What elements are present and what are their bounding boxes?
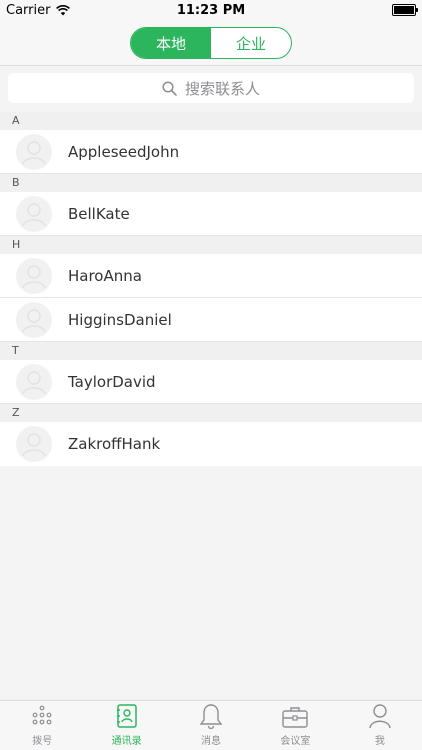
person-icon [369,704,391,729]
section-header-z: Z [0,404,422,422]
tab-messages[interactable]: 消息 [169,701,253,750]
person-placeholder-icon [22,140,46,164]
person-placeholder-icon [22,264,46,288]
contact-name: AppleseedJohn [68,142,180,161]
contacts-book-icon [116,704,137,728]
contact-row[interactable]: HigginsDaniel [0,298,422,342]
segment-local[interactable]: 本地 [131,28,211,58]
tab-label: 会议室 [280,736,311,747]
status-bar: Carrier 11:23 PM [0,0,422,22]
search-icon [162,80,177,96]
person-placeholder-icon [22,308,46,332]
briefcase-icon [282,707,309,728]
avatar [16,195,52,232]
section-header-t: T [0,342,422,360]
source-segmented-control: 本地 企业 [130,27,292,59]
contact-name: ZakroffHank [68,435,161,453]
tab-meeting-room[interactable]: 会议室 [253,701,337,750]
dialpad-icon [32,705,52,725]
avatar [16,363,52,400]
tab-contacts[interactable]: 通讯录 [84,701,168,750]
tab-label: 通讯录 [111,736,142,747]
battery-icon [392,4,418,16]
contact-row[interactable]: TaylorDavid [0,360,422,404]
tab-me[interactable]: 我 [338,701,422,750]
contact-row[interactable]: BellKate [0,192,422,236]
section-header-b: B [0,174,422,192]
avatar [16,426,52,462]
contact-row[interactable]: ZakroffHank [0,422,422,466]
nav-header: 本地 企业 [0,22,422,66]
contact-row[interactable]: HaroAnna [0,254,422,298]
avatar [16,133,52,170]
contact-name: BellKate [68,204,130,223]
status-right [392,4,418,16]
search-placeholder: 搜索联系人 [184,79,260,98]
avatar [16,257,52,294]
tab-dialpad[interactable]: 拨号 [0,701,84,750]
contact-list: A AppleseedJohn B BellKate H HaroAnna Hi… [0,112,422,466]
search-input[interactable]: 搜索联系人 [8,73,414,103]
tab-label: 我 [374,736,385,747]
contact-name: HigginsDaniel [68,310,172,329]
tab-label: 拨号 [32,736,53,747]
section-header-a: A [0,112,422,130]
person-placeholder-icon [22,202,46,226]
segment-enterprise[interactable]: 企业 [211,28,291,58]
avatar [16,301,52,338]
section-header-h: H [0,236,422,254]
person-placeholder-icon [22,370,46,394]
tab-bar: 拨号 通讯录 消息 会议室 我 [0,700,422,750]
contact-name: HaroAnna [68,266,142,285]
search-bar: 搜索联系人 [0,66,422,112]
status-time: 11:23 PM [176,3,246,18]
person-placeholder-icon [22,433,46,457]
tab-label: 消息 [201,736,222,747]
contact-row[interactable]: AppleseedJohn [0,130,422,174]
bell-icon [199,704,223,729]
contact-name: TaylorDavid [68,372,156,391]
